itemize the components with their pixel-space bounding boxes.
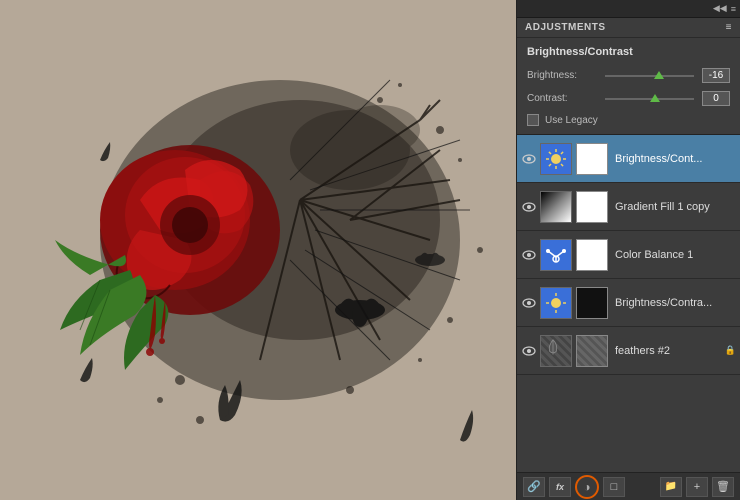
use-legacy-label: Use Legacy — [545, 115, 598, 126]
layer-mask — [576, 143, 608, 175]
layer-name: Brightness/Contra... — [611, 297, 736, 309]
brightness-row: Brightness: -16 — [527, 68, 730, 83]
layer-mask — [576, 239, 608, 271]
layer-mask — [576, 191, 608, 223]
delete-layer-button[interactable]: 🗑 — [712, 477, 734, 497]
brightness-slider[interactable] — [605, 75, 694, 77]
layer-name: Gradient Fill 1 copy — [611, 201, 736, 213]
layer-item[interactable]: Gradient Fill 1 copy — [517, 183, 740, 231]
contrast-value[interactable]: 0 — [702, 91, 730, 106]
layer-name: Brightness/Cont... — [611, 153, 736, 165]
new-layer-button[interactable]: + — [686, 477, 708, 497]
panel-top-bar: ◀◀ ≡ — [517, 0, 740, 18]
layer-item[interactable]: Color Balance 1 — [517, 231, 740, 279]
new-group-button[interactable]: 📁 — [660, 477, 682, 497]
fx-button[interactable]: fx — [549, 477, 571, 497]
adjustments-title-bar: ADJUSTMENTS ≡ — [517, 18, 740, 38]
adjustment-type-label: Brightness/Contrast — [527, 46, 730, 58]
layer-name: Color Balance 1 — [611, 249, 736, 261]
contrast-label: Contrast: — [527, 93, 597, 104]
layer-mask — [576, 287, 608, 319]
layers-toolbar: 🔗 fx ◑ □ 📁 + 🗑 — [517, 472, 740, 500]
adjustments-menu-icon[interactable]: ≡ — [726, 22, 732, 33]
layer-item[interactable]: feathers #2 🔒 — [517, 327, 740, 375]
contrast-row: Contrast: 0 — [527, 91, 730, 106]
link-layers-button[interactable]: 🔗 — [523, 477, 545, 497]
use-legacy-row: Use Legacy — [527, 114, 730, 126]
layers-spacer — [517, 375, 740, 472]
layer-item[interactable]: Brightness/Contra... — [517, 279, 740, 327]
layer-mask — [576, 335, 608, 367]
layer-visibility-icon[interactable] — [521, 199, 537, 215]
brightness-value[interactable]: -16 — [702, 68, 730, 83]
canvas-area — [0, 0, 516, 500]
panel-collapse-btn[interactable]: ◀◀ — [713, 3, 727, 14]
layer-type-icon — [540, 143, 572, 175]
layer-name: feathers #2 — [611, 345, 720, 357]
add-mask-button[interactable]: ◑ — [575, 475, 599, 499]
brightness-label: Brightness: — [527, 70, 597, 81]
adjustment-content: Brightness/Contrast Brightness: -16 Cont… — [517, 38, 740, 134]
panel-menu-btn[interactable]: ≡ — [731, 4, 736, 14]
layer-visibility-icon[interactable] — [521, 247, 537, 263]
contrast-thumb[interactable] — [650, 94, 660, 102]
layer-properties-icon: 🔒 — [725, 345, 736, 356]
use-legacy-checkbox[interactable] — [527, 114, 539, 126]
layer-type-icon — [540, 191, 572, 223]
layer-item[interactable]: Brightness/Cont... — [517, 135, 740, 183]
artwork-svg — [0, 0, 516, 500]
adjustments-panel: ADJUSTMENTS ≡ Brightness/Contrast Bright… — [517, 18, 740, 135]
layer-type-icon — [540, 239, 572, 271]
layer-type-icon — [540, 335, 572, 367]
contrast-slider[interactable] — [605, 98, 694, 100]
layer-type-icon — [540, 287, 572, 319]
right-panel: ◀◀ ≡ ADJUSTMENTS ≡ Brightness/Contrast B… — [516, 0, 740, 500]
layer-visibility-icon[interactable] — [521, 151, 537, 167]
create-adjustment-button[interactable]: □ — [603, 477, 625, 497]
layer-visibility-icon[interactable] — [521, 295, 537, 311]
layers-panel: Brightness/Cont... Gradient Fill 1 copy … — [517, 135, 740, 500]
adjustments-title: ADJUSTMENTS — [525, 22, 606, 33]
layer-visibility-icon[interactable] — [521, 343, 537, 359]
brightness-thumb[interactable] — [654, 71, 664, 79]
